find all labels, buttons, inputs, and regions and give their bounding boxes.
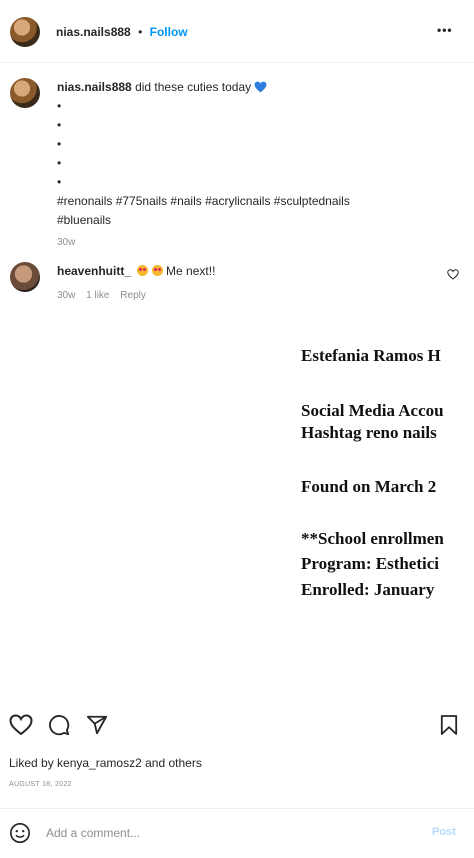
- comment-like-button[interactable]: [447, 269, 459, 280]
- caption-bullet: •: [57, 99, 62, 113]
- caption: nias.nails888 did these cuties today • •…: [57, 78, 457, 252]
- comment-age: 30w: [57, 290, 76, 301]
- caption-bullet: •: [57, 137, 62, 151]
- heart-icon: [447, 269, 459, 280]
- bookmark-icon: [440, 715, 458, 735]
- hashtags-line-2[interactable]: #bluenails: [57, 211, 457, 230]
- like-button[interactable]: [9, 714, 33, 736]
- doc-line-7: Enrolled: January: [301, 580, 435, 599]
- comment: heavenhuitt_ Me next!!: [57, 264, 215, 278]
- save-button[interactable]: [440, 714, 458, 736]
- caption-bullet: •: [57, 118, 62, 132]
- comment-author[interactable]: heavenhuitt_: [57, 264, 131, 278]
- top-divider: [0, 62, 474, 63]
- doc-line-2: Social Media Accou: [301, 401, 444, 420]
- heart-eyes-emoji-icon: [137, 265, 149, 276]
- doc-line-4: Found on March 2: [301, 477, 437, 496]
- reply-button[interactable]: Reply: [120, 290, 146, 301]
- post-comment-button[interactable]: Post: [432, 826, 456, 838]
- liked-by-user[interactable]: kenya_ramosz2: [57, 756, 142, 770]
- commenter-avatar[interactable]: [10, 262, 40, 292]
- comment-divider: [0, 808, 474, 809]
- doc-line-3: Hashtag reno nails: [301, 423, 437, 442]
- share-icon: [86, 715, 108, 735]
- more-options-button[interactable]: •••: [437, 23, 453, 37]
- caption-bullet: •: [57, 156, 62, 170]
- comment-text: Me next!!: [166, 264, 216, 278]
- heart-eyes-emoji-icon: [151, 265, 163, 276]
- caption-avatar[interactable]: [10, 78, 40, 108]
- liked-by-prefix: Liked by: [9, 756, 54, 770]
- caption-bullet: •: [57, 175, 62, 189]
- comment-likes[interactable]: 1 like: [86, 290, 109, 301]
- post-header: nias.nails888 • Follow: [56, 25, 188, 39]
- comment-button[interactable]: [48, 714, 70, 736]
- doc-line-1: Estefania Ramos H: [301, 346, 441, 365]
- doc-line-6: Program: Esthetici: [301, 554, 440, 573]
- heart-icon: [9, 714, 33, 736]
- caption-author[interactable]: nias.nails888: [57, 80, 132, 94]
- share-button[interactable]: [86, 714, 108, 736]
- doc-line-5: **School enrollmen: [301, 529, 444, 548]
- post-date: AUGUST 18, 2022: [9, 781, 72, 788]
- blue-heart-emoji-icon: [254, 81, 267, 93]
- header-separator: •: [138, 25, 143, 39]
- hashtags-line-1[interactable]: #renonails #775nails #nails #acrylicnail…: [57, 192, 457, 211]
- author-avatar[interactable]: [10, 17, 40, 47]
- caption-text: did these cuties today: [135, 80, 252, 94]
- caption-age: 30w: [57, 237, 76, 248]
- more-icon: •••: [437, 23, 453, 37]
- follow-button[interactable]: Follow: [150, 25, 188, 39]
- author-username[interactable]: nias.nails888: [56, 25, 131, 39]
- emoji-button[interactable]: [9, 822, 31, 844]
- comment-input[interactable]: [46, 824, 406, 842]
- likes-line: Liked by kenya_ramosz2 and others: [9, 756, 202, 770]
- comment-meta: 30w 1 like Reply: [57, 290, 146, 301]
- liked-by-suffix[interactable]: and others: [145, 756, 202, 770]
- comment-icon: [49, 715, 70, 736]
- emoji-icon: [10, 823, 30, 843]
